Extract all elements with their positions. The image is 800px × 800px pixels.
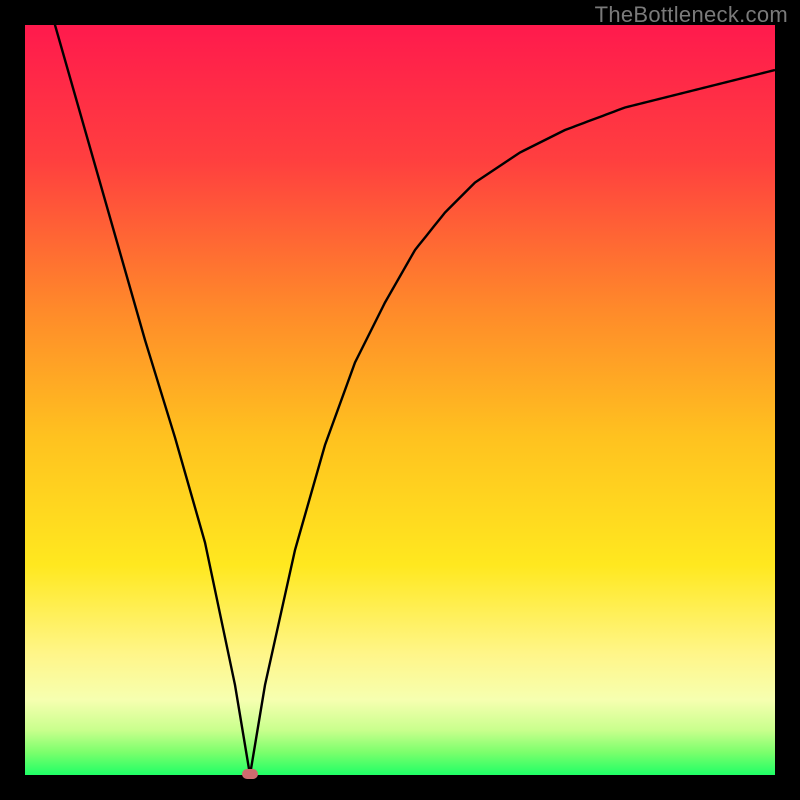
chart-stage: TheBottleneck.com (0, 0, 800, 800)
plot-area (25, 25, 775, 775)
curve-layer (25, 25, 775, 775)
watermark-text: TheBottleneck.com (595, 2, 788, 28)
minimum-marker (242, 769, 258, 779)
bottleneck-curve (25, 25, 775, 775)
